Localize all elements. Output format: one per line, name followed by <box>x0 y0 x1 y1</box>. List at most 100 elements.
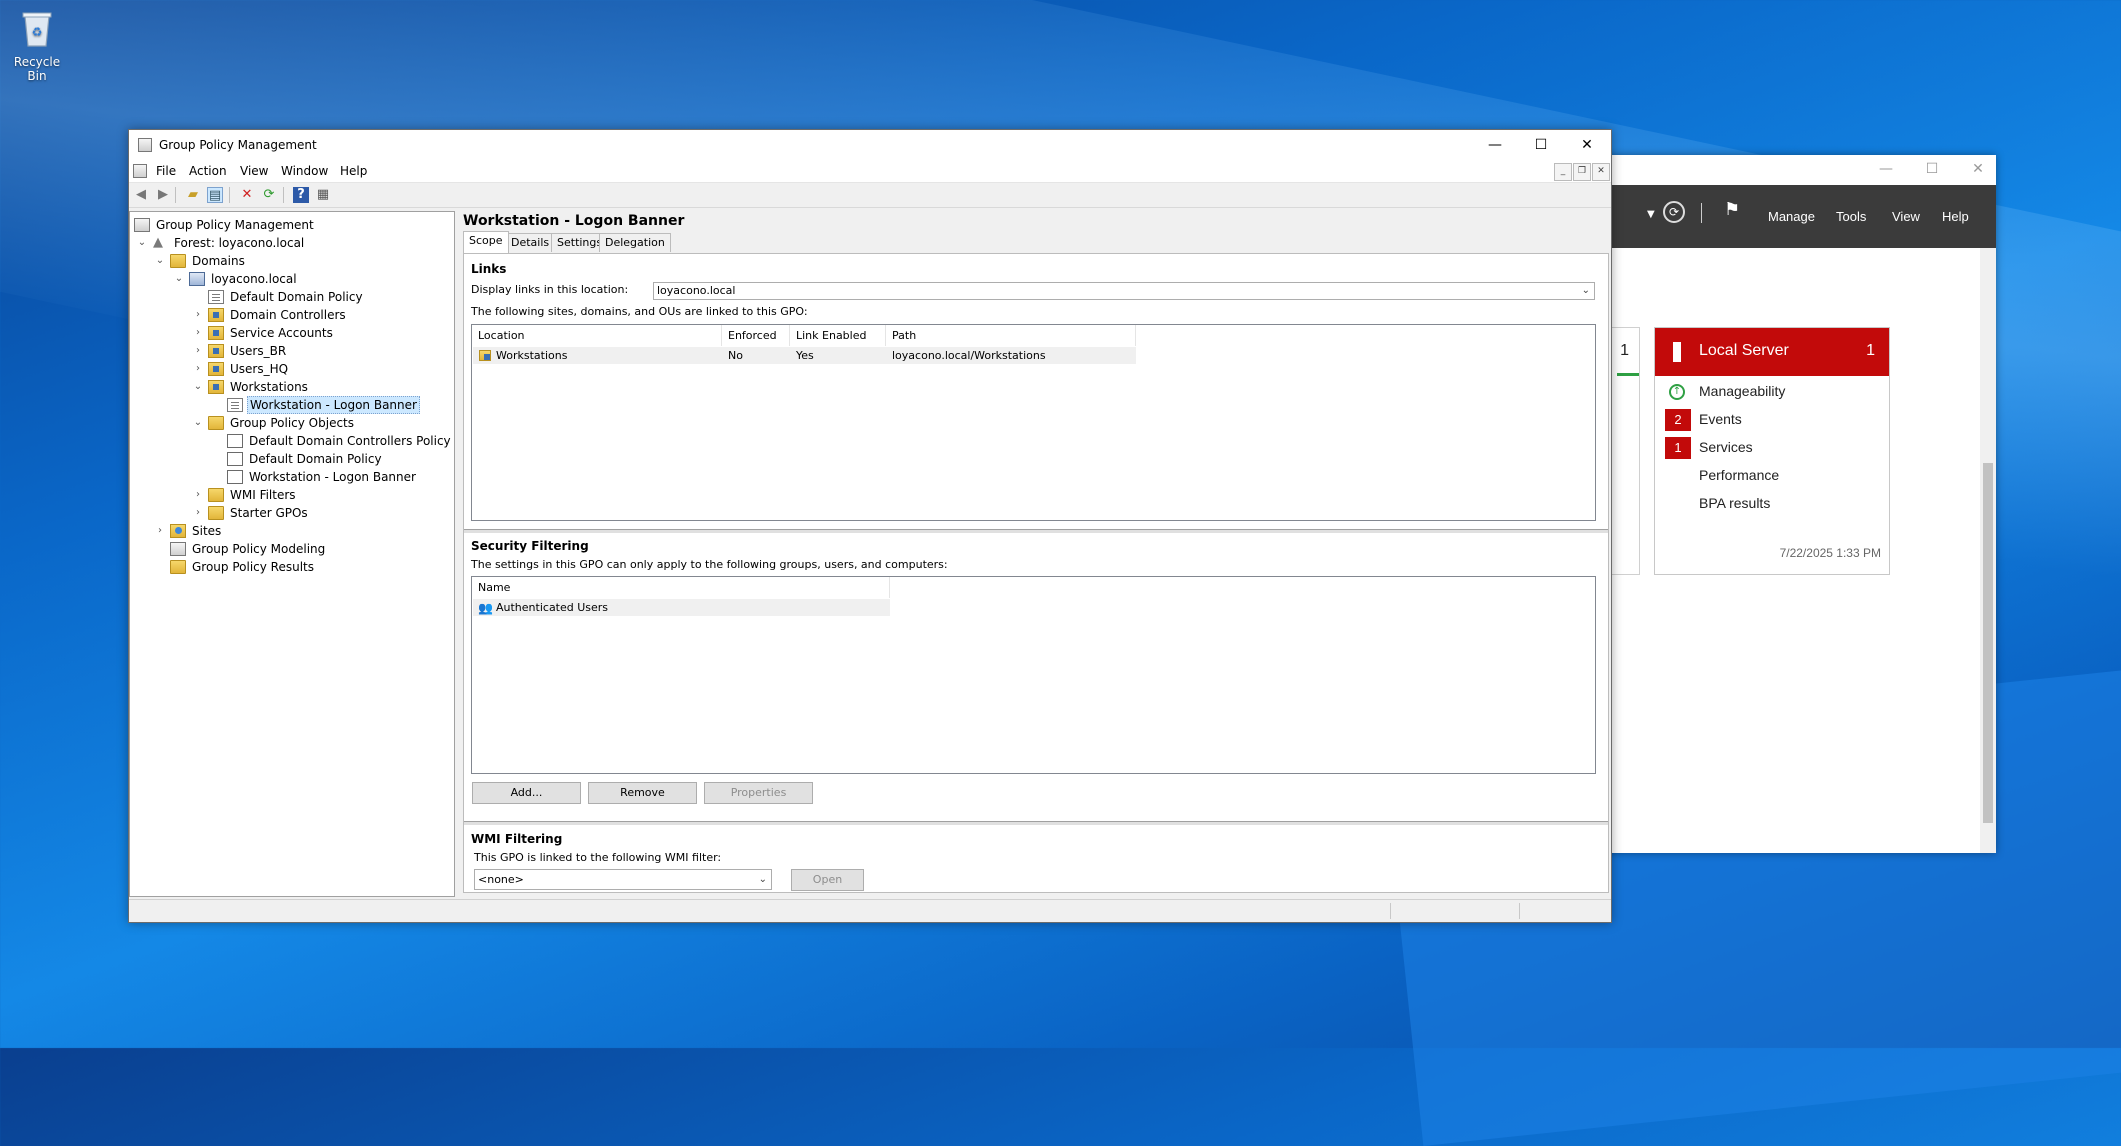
tab-delegation[interactable]: Delegation <box>599 233 671 252</box>
previous-tile-count: 1 <box>1620 342 1629 359</box>
section-splitter[interactable] <box>464 529 1608 533</box>
links-heading: Links <box>471 262 507 276</box>
tile-row-services[interactable]: Services <box>1699 439 1753 455</box>
chevron-down-icon[interactable]: ⌄ <box>192 414 204 432</box>
column-header-name[interactable]: Name <box>472 577 890 598</box>
menu-view[interactable]: View <box>240 164 268 178</box>
menu-help[interactable]: Help <box>1942 209 1969 224</box>
column-header-link-enabled[interactable]: Link Enabled <box>790 325 886 346</box>
tile-header[interactable]: Local Server 1 <box>1655 328 1889 376</box>
mmc-console-icon[interactable] <box>133 164 147 178</box>
status-bar <box>129 899 1611 922</box>
menu-manage[interactable]: Manage <box>1768 209 1815 224</box>
column-header-enforced[interactable]: Enforced <box>722 325 790 346</box>
tree-node-label: Default Domain Controllers Policy <box>249 434 451 448</box>
cell-name: Authenticated Users <box>496 601 609 614</box>
svg-text:♻: ♻ <box>32 25 43 39</box>
wmi-filter-dropdown[interactable]: <none> ⌄ <box>474 869 772 890</box>
chevron-right-icon[interactable]: › <box>192 306 204 324</box>
links-list[interactable]: Location Enforced Link Enabled Path Work… <box>471 324 1596 521</box>
tree-node-label: Domains <box>192 254 245 268</box>
back-arrow-icon[interactable]: ◀ <box>133 187 149 203</box>
toolbar-separator <box>283 187 284 203</box>
tile-row-events[interactable]: Events <box>1699 411 1742 427</box>
mdi-minimize-icon[interactable]: _ <box>1554 163 1572 181</box>
remove-button[interactable]: Remove <box>588 782 697 804</box>
mdi-restore-icon[interactable]: ❐ <box>1573 163 1591 181</box>
window-title: Group Policy Management <box>159 138 317 152</box>
properties-view-icon[interactable]: ▦ <box>315 187 331 203</box>
tab-scope[interactable]: Scope <box>463 231 509 253</box>
minimize-icon[interactable]: — <box>1876 161 1896 179</box>
security-filtering-list[interactable]: Name 👥 Authenticated Users <box>471 576 1596 774</box>
properties-button[interactable]: Properties <box>704 782 813 804</box>
chevron-right-icon[interactable]: › <box>192 342 204 360</box>
tab-details[interactable]: Details <box>505 233 556 252</box>
column-header-path[interactable]: Path <box>886 325 1136 346</box>
help-icon[interactable]: ? <box>293 187 309 203</box>
up-folder-icon[interactable]: ▰ <box>185 187 201 203</box>
cell-location: Workstations <box>496 349 568 362</box>
tree-node-label: Domain Controllers <box>230 308 346 322</box>
close-icon[interactable]: ✕ <box>1968 161 1988 179</box>
menu-window[interactable]: Window <box>281 164 328 178</box>
tree-node-label: Default Domain Policy <box>230 290 363 304</box>
tile-row-manageability[interactable]: Manageability <box>1699 383 1785 399</box>
forward-arrow-icon[interactable]: ▶ <box>155 187 171 203</box>
chevron-down-icon[interactable]: ⌄ <box>154 252 166 270</box>
menu-action[interactable]: Action <box>189 164 227 178</box>
column-header-location[interactable]: Location <box>472 325 722 346</box>
gpo-link-icon <box>227 398 243 412</box>
recycle-bin-shortcut[interactable]: ♻ Recycle Bin <box>4 8 70 83</box>
chevron-right-icon[interactable]: › <box>192 360 204 378</box>
menu-tools[interactable]: Tools <box>1836 209 1866 224</box>
table-row[interactable]: 👥 Authenticated Users <box>473 599 890 616</box>
tile-timestamp: 7/22/2025 1:33 PM <box>1779 546 1881 560</box>
tree-node-label: Sites <box>192 524 222 538</box>
gpmc-window[interactable]: Group Policy Management — ☐ ✕ File Actio… <box>128 129 1612 923</box>
folder-icon <box>208 416 224 430</box>
chevron-down-icon[interactable]: ⌄ <box>136 234 148 252</box>
show-hide-tree-icon[interactable]: ▤ <box>207 187 223 203</box>
notifications-flag-icon[interactable]: ⚑ <box>1724 199 1740 220</box>
mdi-close-icon[interactable]: ✕ <box>1592 163 1610 181</box>
services-badge: 1 <box>1665 437 1691 459</box>
menu-file[interactable]: File <box>156 164 176 178</box>
wmi-filter-value: <none> <box>478 873 524 886</box>
close-icon[interactable]: ✕ <box>1564 130 1610 160</box>
ou-icon <box>479 350 491 361</box>
add-button[interactable]: Add... <box>472 782 581 804</box>
gpo-title: Workstation - Logon Banner <box>463 213 685 229</box>
delete-icon[interactable]: ✕ <box>239 187 255 203</box>
menu-view[interactable]: View <box>1892 209 1920 224</box>
section-splitter[interactable] <box>464 821 1608 825</box>
tile-row-bpa-results[interactable]: BPA results <box>1699 495 1770 511</box>
maximize-icon[interactable]: ☐ <box>1518 130 1564 160</box>
refresh-icon[interactable]: ⟳ <box>261 187 277 203</box>
menu-help[interactable]: Help <box>340 164 367 178</box>
console-tree[interactable]: Group Policy Management ⌄ Forest: loyaco… <box>129 211 455 897</box>
chevron-right-icon[interactable]: › <box>154 522 166 540</box>
table-row[interactable]: Workstations No Yes loyacono.local/Works… <box>473 347 1136 364</box>
chevron-down-icon[interactable]: ⌄ <box>192 378 204 396</box>
user-group-icon: 👥 <box>478 601 493 615</box>
refresh-icon[interactable]: ⟳ <box>1663 201 1685 223</box>
open-button[interactable]: Open <box>791 869 864 891</box>
server-manager-scrollbar[interactable] <box>1980 248 1996 853</box>
minimize-icon[interactable]: — <box>1472 130 1518 160</box>
tile-row-performance[interactable]: Performance <box>1699 467 1779 483</box>
chevron-right-icon[interactable]: › <box>192 324 204 342</box>
tree-node-label: Users_BR <box>230 344 287 358</box>
dropdown-arrow-icon[interactable]: ▼ <box>1647 209 1655 220</box>
gpmc-titlebar[interactable]: Group Policy Management — ☐ ✕ <box>129 130 1611 160</box>
maximize-icon[interactable]: ☐ <box>1922 161 1942 179</box>
tree-node-label: Users_HQ <box>230 362 289 376</box>
chevron-down-icon[interactable]: ⌄ <box>173 270 185 288</box>
links-location-dropdown[interactable]: loyacono.local ⌄ <box>653 282 1595 300</box>
header-divider <box>1701 203 1702 223</box>
gpo-icon <box>227 470 243 484</box>
scrollbar-thumb[interactable] <box>1983 463 1993 823</box>
chevron-right-icon[interactable]: › <box>192 504 204 522</box>
chevron-right-icon[interactable]: › <box>192 486 204 504</box>
local-server-tile[interactable]: Local Server 1 ↑ Manageability 2 Events … <box>1654 327 1890 575</box>
